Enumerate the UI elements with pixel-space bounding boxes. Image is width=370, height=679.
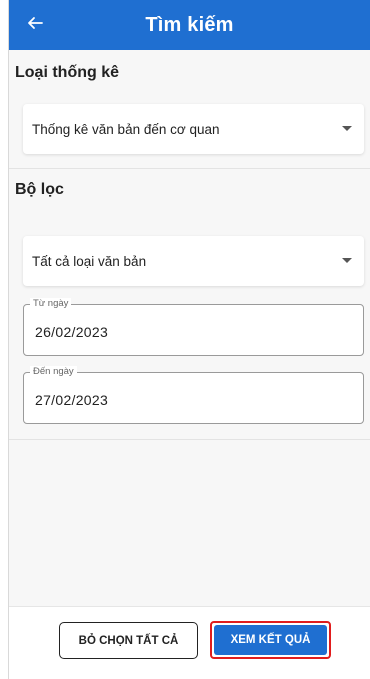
filter-heading: Bộ lọc bbox=[15, 181, 64, 198]
chevron-down-icon bbox=[342, 258, 352, 263]
report-type-heading: Loại thống kê bbox=[15, 64, 119, 81]
document-type-value: Tất cả loại văn bản bbox=[32, 253, 147, 269]
from-date-field[interactable]: Từ ngày 26/02/2023 bbox=[23, 298, 364, 356]
to-date-value: 27/02/2023 bbox=[35, 392, 109, 408]
page-title: Tìm kiếm bbox=[145, 14, 234, 36]
view-results-highlight: XEM KẾT QUẢ bbox=[210, 621, 331, 659]
from-date-value: 26/02/2023 bbox=[35, 324, 109, 340]
to-date-field[interactable]: Đến ngày 27/02/2023 bbox=[23, 366, 364, 424]
from-date-label: Từ ngày bbox=[30, 298, 72, 309]
section-divider bbox=[9, 168, 370, 169]
search-screen: Tìm kiếm Loại thống kê Thống kê văn bản … bbox=[8, 0, 370, 679]
to-date-label: Đến ngày bbox=[30, 366, 77, 377]
form-divider bbox=[9, 439, 370, 440]
action-bar: BỎ CHỌN TẤT CẢ XEM KẾT QUẢ bbox=[9, 606, 370, 679]
document-type-dropdown[interactable]: Tất cả loại văn bản bbox=[23, 236, 364, 286]
view-results-button[interactable]: XEM KẾT QUẢ bbox=[214, 625, 327, 655]
chevron-down-icon bbox=[342, 126, 352, 131]
report-type-dropdown[interactable]: Thống kê văn bản đến cơ quan bbox=[23, 104, 364, 154]
clear-all-button[interactable]: BỎ CHỌN TẤT CẢ bbox=[59, 622, 198, 659]
report-type-value: Thống kê văn bản đến cơ quan bbox=[32, 121, 220, 137]
app-bar: Tìm kiếm bbox=[9, 0, 370, 50]
